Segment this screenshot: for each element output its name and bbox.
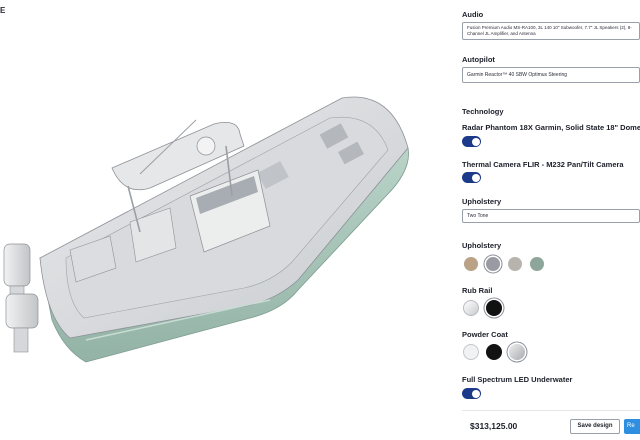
- upholstery-colors-label: Upholstery: [462, 241, 502, 250]
- powder-coat-swatch-silver[interactable]: [509, 344, 525, 360]
- rub-rail-label: Rub Rail: [462, 286, 493, 295]
- underwater-led-label: Full Spectrum LED Underwater: [462, 375, 573, 384]
- request-quote-button[interactable]: Re: [624, 419, 640, 434]
- tech-thermal-label: Thermal Camera FLIR - M232 Pan/Tilt Came…: [462, 160, 624, 169]
- boat-render: [3, 96, 409, 363]
- powder-coat-swatch-black[interactable]: [486, 344, 502, 360]
- upholstery-swatch-grey[interactable]: [486, 257, 500, 271]
- tech-radar-label: Radar Phantom 18X Garmin, Solid State 18…: [462, 123, 640, 132]
- total-price: $313,125.00: [470, 421, 518, 431]
- configuration-panel: Audio Fusion Premium Audio MS-RA100, 3L …: [462, 0, 640, 440]
- powder-coat-label: Powder Coat: [462, 330, 508, 339]
- tech-radar-toggle[interactable]: [462, 136, 481, 147]
- tech-thermal-toggle[interactable]: [462, 172, 481, 183]
- rub-rail-swatch-black[interactable]: [486, 300, 502, 316]
- toggle-knob: [471, 389, 480, 398]
- autopilot-label: Autopilot: [462, 55, 495, 64]
- audio-select[interactable]: Fusion Premium Audio MS-RA100, 3L 140 10…: [462, 22, 640, 40]
- upholstery-swatch-sage[interactable]: [530, 257, 544, 271]
- technology-label: Technology: [462, 107, 504, 116]
- upholstery-select-label: Upholstery: [462, 197, 502, 206]
- rub-rail-swatch-white[interactable]: [463, 300, 479, 316]
- save-design-button[interactable]: Save design: [570, 419, 620, 434]
- toggle-knob: [471, 137, 480, 146]
- toggle-knob: [471, 173, 480, 182]
- radar-dome: [196, 136, 216, 156]
- audio-label: Audio: [462, 10, 484, 19]
- outboard-engines: [3, 243, 39, 353]
- autopilot-select[interactable]: Garmin Reactor™ 40 SBW Optimus Steering: [462, 67, 640, 83]
- powder-coat-swatch-white[interactable]: [463, 344, 479, 360]
- upholstery-swatch-stone[interactable]: [508, 257, 522, 271]
- boat-3d-viewer[interactable]: [0, 0, 446, 440]
- price-bar: $313,125.00 Save design Re: [462, 410, 640, 440]
- upholstery-select[interactable]: Two Tone: [462, 209, 640, 223]
- underwater-led-toggle[interactable]: [462, 388, 481, 399]
- upholstery-swatch-tan[interactable]: [464, 257, 478, 271]
